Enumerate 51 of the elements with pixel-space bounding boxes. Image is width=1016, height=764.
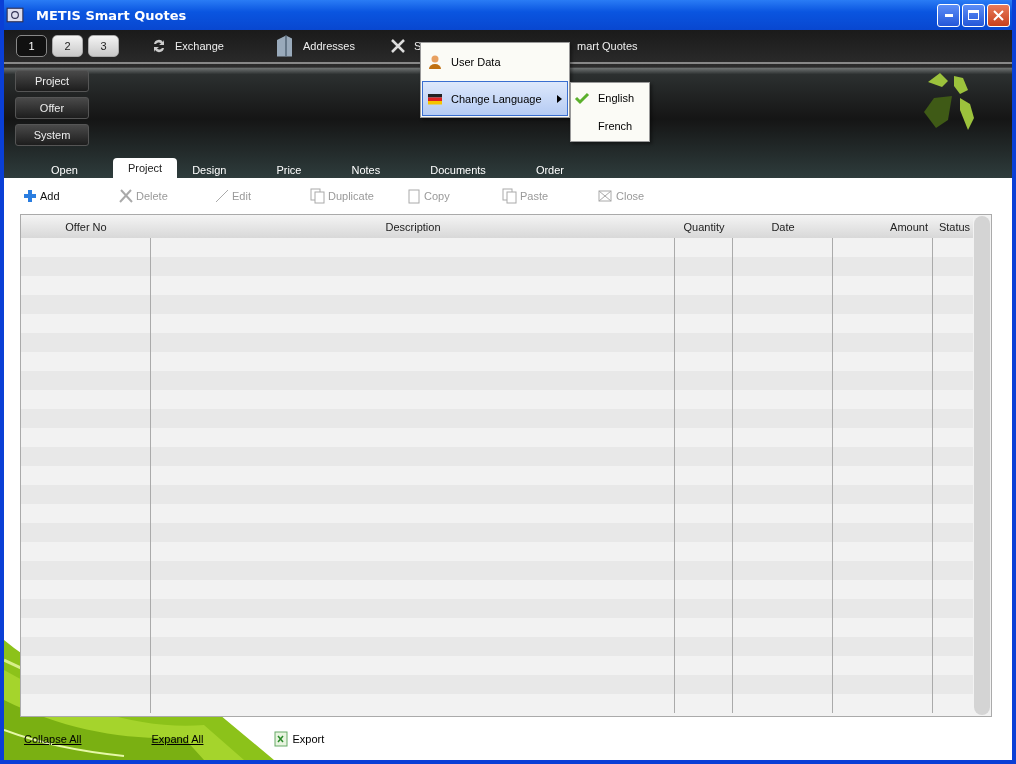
menu-item[interactable]: mart Quotes [577, 40, 638, 52]
maximize-button[interactable] [962, 3, 985, 27]
side-button[interactable]: System [15, 124, 89, 146]
menu-item[interactable]: French [571, 112, 649, 140]
page-button[interactable]: 3 [88, 35, 119, 57]
column-header[interactable]: Offer No [21, 215, 151, 238]
cross-icon [118, 188, 134, 204]
tab[interactable]: Design [177, 162, 242, 178]
window-title: METIS Smart Quotes [36, 7, 188, 23]
maximize-icon [968, 10, 979, 20]
close-icon [993, 9, 1004, 21]
tab[interactable]: Price [261, 162, 317, 178]
page-button[interactable]: 1 [16, 35, 47, 57]
caret-icon [557, 94, 563, 103]
menu-item[interactable]: Exchange [175, 40, 224, 52]
plus-icon [22, 188, 38, 204]
close-button[interactable] [987, 3, 1010, 27]
side-button[interactable]: Offer [15, 97, 89, 119]
column-header[interactable]: Amount [833, 215, 933, 238]
tab[interactable]: Open [36, 162, 93, 178]
menu-item[interactable]: English [571, 84, 649, 112]
page-button[interactable]: 2 [52, 35, 83, 57]
toolbar-button[interactable]: Add [22, 188, 118, 204]
pencil-icon [214, 188, 230, 204]
check-icon [574, 90, 590, 106]
page-icon [406, 188, 422, 204]
menu-item[interactable]: Change Language [422, 81, 568, 116]
side-button[interactable]: Project [15, 70, 89, 92]
tools-icon [390, 38, 406, 54]
link[interactable]: Expand All [151, 732, 204, 745]
tab[interactable]: Order [520, 162, 579, 178]
close-icon [598, 188, 614, 204]
arrows-icon [151, 38, 167, 54]
pages-icon [502, 188, 518, 204]
minimize-button[interactable] [937, 3, 960, 27]
tab[interactable]: Documents [415, 162, 501, 178]
tab[interactable]: Project [112, 158, 178, 178]
menu-item[interactable]: User Data [422, 44, 568, 79]
spreadsheet-icon [273, 730, 290, 747]
minimize-icon [944, 13, 953, 17]
export-button[interactable]: Export [273, 730, 325, 747]
person-icon [427, 53, 443, 70]
tab[interactable]: Notes [336, 162, 396, 178]
app-icon [6, 6, 24, 24]
column-header[interactable]: Description [151, 215, 675, 238]
column-header[interactable]: Status [933, 215, 973, 238]
menu-item[interactable]: Addresses [303, 40, 355, 52]
column-header[interactable]: Date [733, 215, 833, 238]
duplicate-icon [310, 188, 326, 204]
scrollbar[interactable] [974, 216, 990, 715]
column-header[interactable]: Quantity [675, 215, 733, 238]
